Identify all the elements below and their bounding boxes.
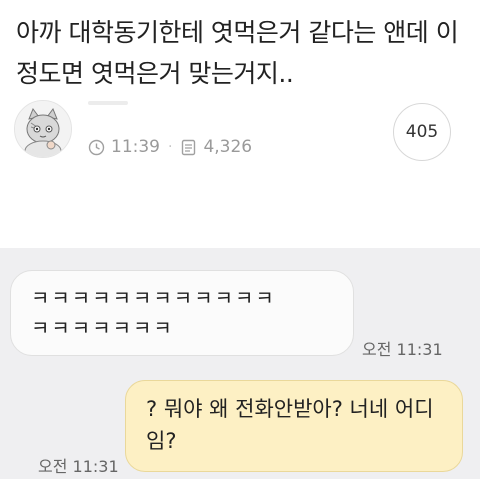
sent-message-bubble: ? 뭐야 왜 전화안받아? 너네 어디임? <box>125 380 463 472</box>
chat-screenshot: ㅋㅋㅋㅋㅋㅋㅋㅋㅋㅋㅋㅋ ㅋㅋㅋㅋㅋㅋㅋ 오전 11:31 ? 뭐야 왜 전화안… <box>0 248 480 479</box>
meta-separator: · <box>168 139 173 155</box>
post-time: 11:39 <box>111 137 160 157</box>
received-message-line-1: ㅋㅋㅋㅋㅋㅋㅋㅋㅋㅋㅋㅋ <box>31 286 276 310</box>
author-name-placeholder <box>88 101 128 105</box>
sent-message-time: 오전 11:31 <box>38 457 119 476</box>
author-avatar[interactable] <box>14 100 72 158</box>
clock-icon <box>88 139 105 156</box>
comment-count-button[interactable]: 405 <box>393 103 451 161</box>
received-message-bubble: ㅋㅋㅋㅋㅋㅋㅋㅋㅋㅋㅋㅋ ㅋㅋㅋㅋㅋㅋㅋ <box>10 270 354 356</box>
post-meta: 11:39 · 4,326 <box>88 134 252 160</box>
received-message-time: 오전 11:31 <box>362 340 443 359</box>
cat-avatar-icon <box>15 101 71 157</box>
view-count: 4,326 <box>203 137 253 157</box>
received-message-line-2: ㅋㅋㅋㅋㅋㅋㅋ <box>31 316 174 340</box>
view-count-icon <box>180 139 197 156</box>
post-title: 아까 대학동기한테 엿먹은거 같다는 앤데 이정도면 엿먹은거 맞는거지.. <box>16 18 459 88</box>
post-header: 아까 대학동기한테 엿먹은거 같다는 앤데 이정도면 엿먹은거 맞는거지.. 1… <box>0 0 480 248</box>
